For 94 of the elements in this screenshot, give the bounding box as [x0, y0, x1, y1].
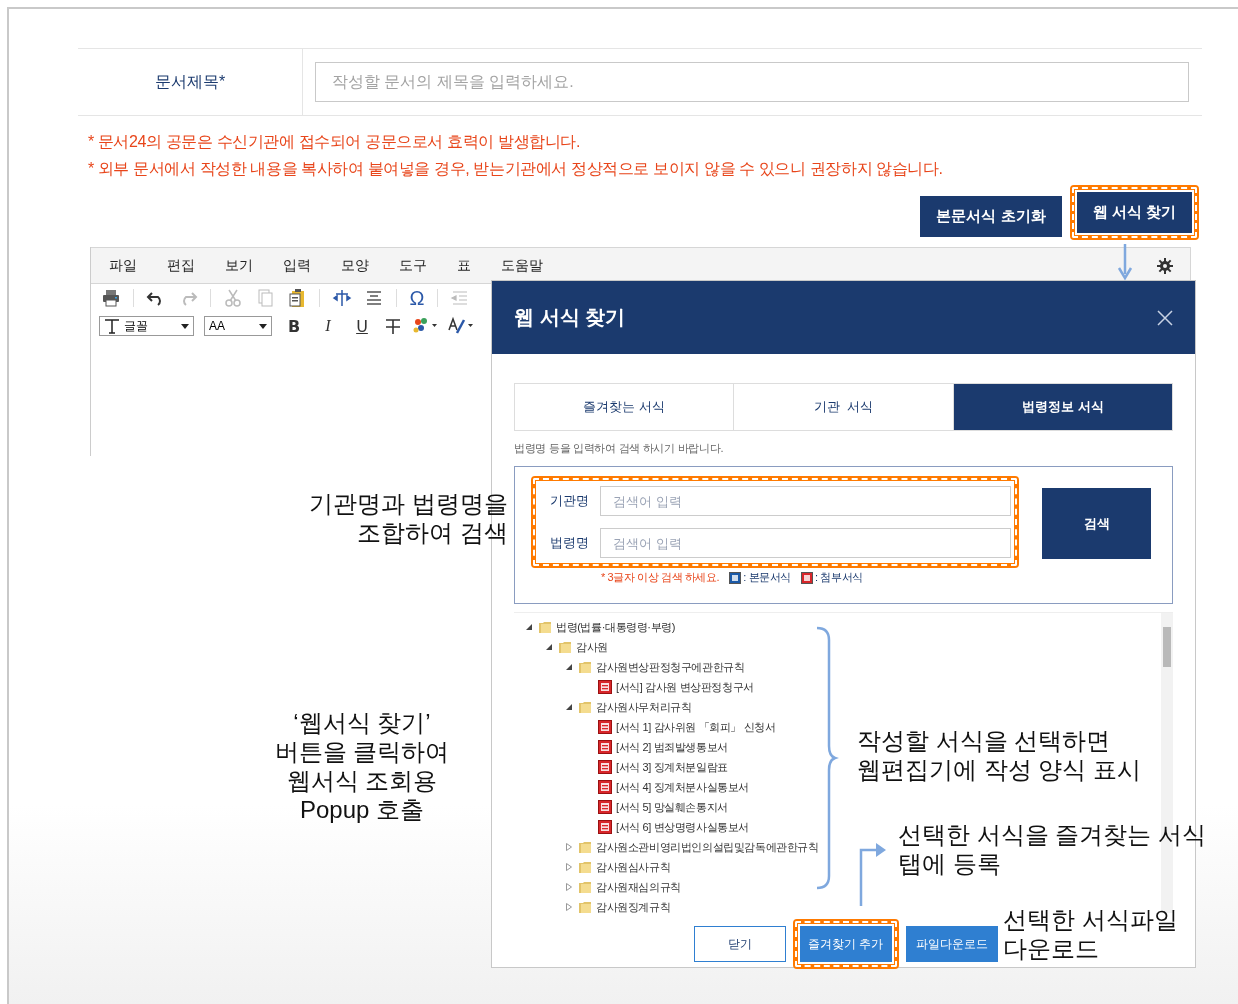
close-icon[interactable] [1157, 309, 1173, 326]
folder-icon [578, 840, 592, 854]
menu-item[interactable]: 표 [457, 256, 471, 275]
folder-icon [578, 860, 592, 874]
settings-icon[interactable] [1157, 257, 1173, 274]
annotation-text: ‘웹서식 찾기’ 버튼을 클릭하여 웹서식 조회용 Popup 호출 [273, 708, 451, 824]
field-label: 법령명 [550, 534, 590, 552]
document-icon [598, 820, 612, 834]
menu-item[interactable]: 입력 [283, 256, 311, 275]
tree-item[interactable]: [서식 6] 변상명령사실통보서 [616, 819, 749, 835]
search-input-field[interactable]: 검색어 입력 [600, 486, 1011, 516]
tree-item[interactable]: [서식 3] 징계처분일람표 [616, 759, 728, 775]
notice-text: * 외부 문서에서 작성한 내용을 복사하여 붙여넣을 경우, 받는기관에서 정상적으로 보이지 않을 수 있으니 권장하지 않습니다. [88, 159, 944, 179]
search-button[interactable]: 검색 [1042, 488, 1151, 559]
select-value: 글꼴 [124, 317, 148, 335]
folder-icon [578, 660, 592, 674]
underline-button[interactable]: U [354, 316, 370, 336]
menu-item[interactable]: 파일 [109, 256, 137, 275]
document-icon [598, 740, 612, 754]
action-button[interactable]: 웹 서식 찾기 [1076, 192, 1192, 233]
folder-icon [538, 620, 552, 634]
caret-icon [259, 323, 267, 329]
document-icon [598, 760, 612, 774]
menu-item[interactable]: 모양 [341, 256, 369, 275]
menu-item[interactable]: 도구 [399, 256, 427, 275]
font-size-select[interactable]: AA [204, 316, 272, 336]
tree-item[interactable]: [서식 5] 망실훼손통지서 [616, 799, 728, 815]
tree-item[interactable]: 감사원사무처리규칙 [596, 699, 692, 715]
tree-item[interactable]: [서식 4] 징계처분사실통보서 [616, 779, 749, 795]
collapsed-arrow-icon[interactable] [566, 903, 572, 911]
legend-text: : 본문서식 [743, 570, 791, 585]
expanded-arrow-icon[interactable] [546, 644, 552, 650]
legend-text: : 첨부서식 [815, 570, 863, 585]
search-input-field[interactable]: 검색어 입력 [600, 528, 1011, 558]
tree-item[interactable]: [서식 2] 범죄발생통보서 [616, 739, 728, 755]
text-color-icon[interactable] [448, 316, 474, 336]
hint-text: 법령명 등을 입력하여 검색 하시기 바랍니다. [514, 441, 725, 456]
document-icon [598, 780, 612, 794]
dialog-title: 웹 서식 찾기 [514, 305, 626, 330]
caret-icon [181, 323, 189, 329]
folder-icon [558, 640, 572, 654]
arrow-icon [1118, 244, 1132, 280]
document-icon [801, 571, 813, 584]
tree-item[interactable]: 감사원징계규칙 [596, 899, 671, 915]
document-icon [598, 680, 612, 694]
dialog-button[interactable]: 닫기 [693, 926, 786, 962]
document-icon [598, 800, 612, 814]
dialog-button[interactable]: 즐겨찾기 추가 [799, 926, 892, 962]
menu-item[interactable]: 보기 [225, 256, 253, 275]
bold-button[interactable]: B [286, 316, 302, 336]
tree-item[interactable]: 감사원변상판정청구에관한규칙 [596, 659, 745, 675]
scrollbar-thumb[interactable] [1163, 627, 1171, 667]
collapsed-arrow-icon[interactable] [566, 883, 572, 891]
folder-icon [578, 900, 592, 914]
expanded-arrow-icon[interactable] [566, 664, 572, 670]
notice-text: * 문서24의 공문은 수신기관에 접수되어 공문으로서 효력이 발생합니다. [88, 132, 581, 152]
tree-item[interactable]: [서식] 감사원 변상판정청구서 [616, 679, 754, 695]
note-text: * 3글자 이상 검색 하세요. [601, 570, 720, 585]
annotation-text: 선택한 서식을 즐겨찾는 서식 탭에 등록 [898, 820, 1206, 878]
document-icon [598, 720, 612, 734]
italic-button[interactable]: I [320, 317, 336, 335]
tab[interactable]: 법령정보 서식 [953, 384, 1172, 430]
paste-icon[interactable] [287, 288, 307, 308]
menu-item[interactable]: 편집 [167, 256, 195, 275]
dialog-button[interactable]: 파일다운로드 [905, 926, 998, 962]
tree-item[interactable]: 감사원심사규칙 [596, 859, 671, 875]
field-label: 문서제목* [78, 49, 303, 115]
tree-item[interactable]: 법령(법률·대통령령·부령) [556, 619, 676, 635]
collapsed-arrow-icon[interactable] [566, 843, 572, 851]
print-icon[interactable] [101, 288, 121, 308]
font-select[interactable]: 글꼴 [99, 316, 194, 336]
line-spacing-icon[interactable] [332, 288, 352, 308]
folder-icon [578, 880, 592, 894]
action-button[interactable]: 본문서식 초기화 [920, 196, 1062, 237]
special-character-button[interactable]: Ω [409, 286, 425, 310]
document-icon [729, 571, 742, 584]
tree-item[interactable]: 감사원 [576, 639, 608, 655]
folder-icon [578, 700, 592, 714]
tree-item[interactable]: 감사원재심의규칙 [596, 879, 681, 895]
title-input-field[interactable]: 작성할 문서의 제목을 입력하세요. [315, 62, 1189, 102]
tree-item[interactable]: 감사원소관비영리법인의설립및감독에관한규칙 [596, 839, 819, 855]
annotation-text: 작성할 서식을 선택하면 웹편집기에 작성 양식 표시 [857, 726, 1141, 784]
select-value: AA [209, 319, 225, 333]
field-label: 기관명 [550, 492, 590, 510]
strikethrough-icon[interactable] [384, 317, 402, 335]
align-center-icon[interactable] [364, 288, 384, 308]
menu-item[interactable]: 도움말 [501, 256, 543, 275]
tree-item[interactable]: [서식 1] 감사위원 「회피」 신청서 [616, 719, 776, 735]
expanded-arrow-icon[interactable] [566, 704, 572, 710]
text-icon [104, 318, 120, 334]
collapsed-arrow-icon[interactable] [566, 863, 572, 871]
expanded-arrow-icon[interactable] [526, 624, 532, 630]
annotation-text: 선택한 서식파일 다운로드 [1003, 905, 1178, 963]
annotation-text: 기관명과 법령명을 조합하여 검색 [309, 489, 508, 547]
